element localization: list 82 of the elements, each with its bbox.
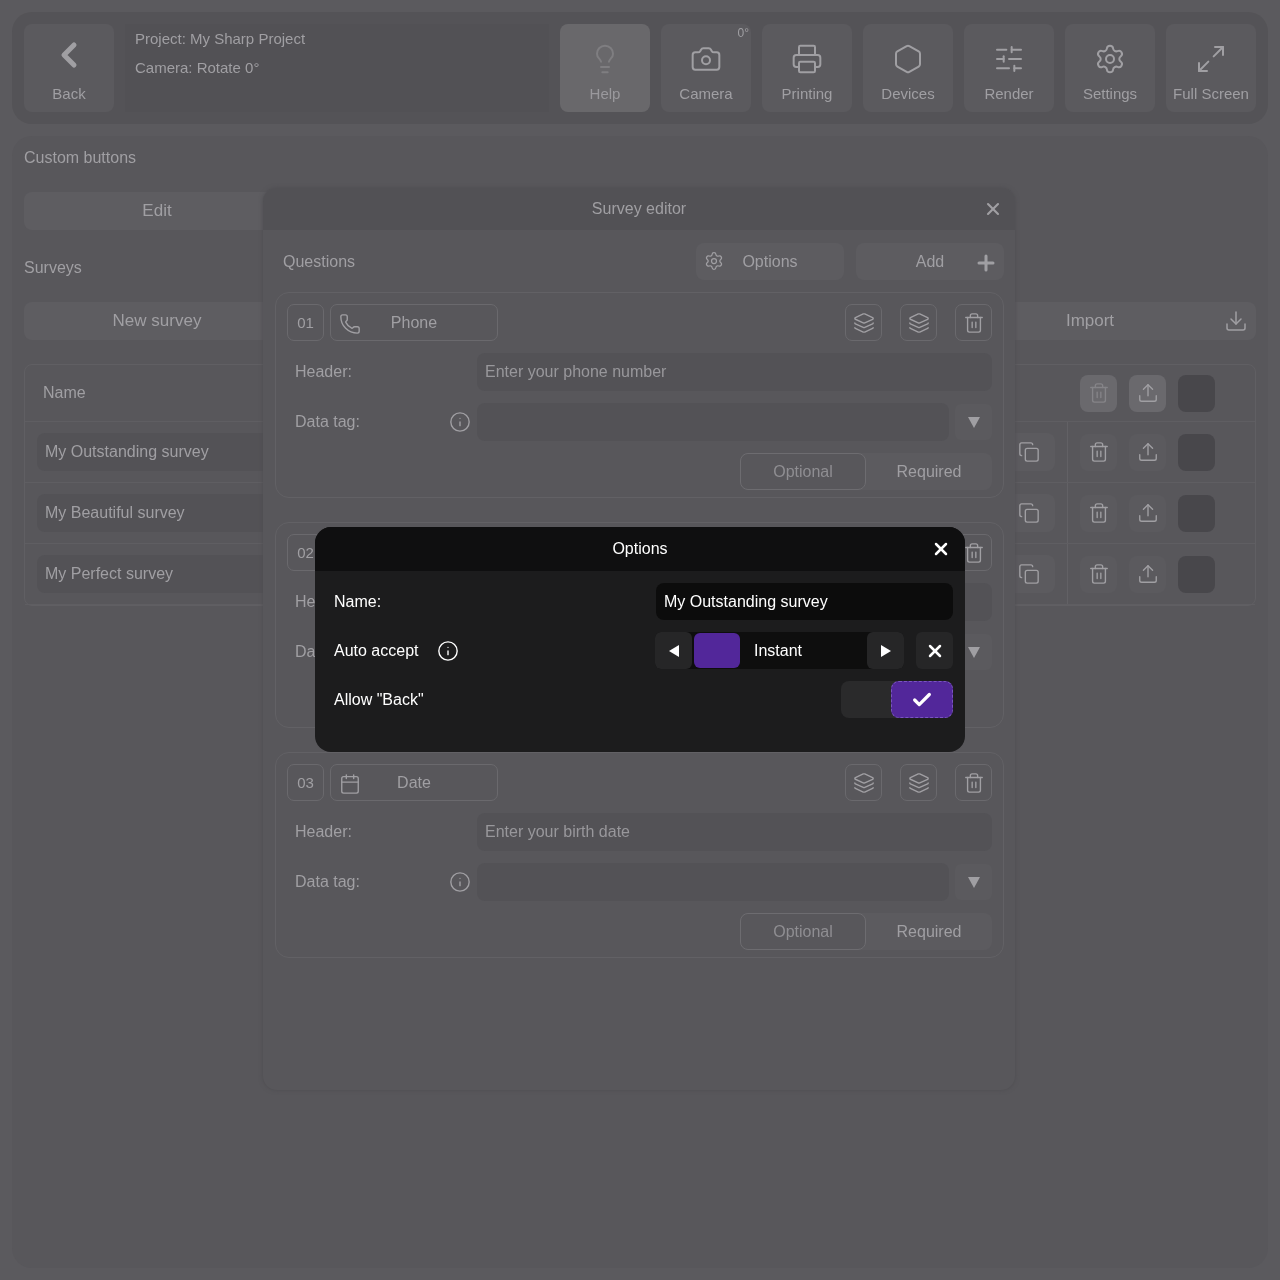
calendar-icon: [339, 773, 361, 795]
name-field[interactable]: My Outstanding survey: [656, 583, 953, 620]
toolbar-button[interactable]: Camera 0°: [661, 24, 751, 112]
copy-icon: [1017, 563, 1040, 585]
color-swatch: [694, 633, 740, 668]
dialog-title: Options: [612, 540, 668, 558]
clear-button[interactable]: [916, 632, 953, 669]
copy-icon: [1017, 441, 1040, 463]
printer-icon: [791, 43, 823, 75]
toolbar-button[interactable]: Printing: [762, 24, 852, 112]
field-label: Header:: [295, 823, 352, 841]
upload-icon: [1136, 563, 1159, 585]
column-header: Name: [42, 384, 87, 402]
move-up-button[interactable]: [845, 304, 882, 341]
section-title: Surveys: [24, 258, 82, 278]
trash-icon: [962, 771, 985, 794]
field-label: Data tag:: [295, 873, 360, 891]
field-label: Name:: [334, 592, 382, 611]
toolbar-button[interactable]: Settings: [1065, 24, 1155, 112]
field-label: Allow "Back": [334, 690, 424, 709]
camera-status: Camera: Rotate 0°: [135, 59, 261, 76]
field-label: Da: [295, 643, 316, 661]
upload-icon: [1136, 441, 1159, 463]
field-label: Header:: [295, 363, 352, 381]
project-name: Project: My Sharp Project: [135, 30, 307, 47]
rotation-label: 0°: [737, 26, 749, 40]
header-field[interactable]: Enter your phone number: [477, 353, 992, 391]
requirement-option[interactable]: Required: [866, 453, 992, 490]
question-number: 03: [287, 764, 324, 801]
info-icon: [449, 871, 471, 893]
field-label: Data tag:: [295, 413, 360, 431]
layers-icon: [852, 771, 875, 794]
add-button[interactable]: Add: [856, 243, 1004, 280]
caret-icon: [966, 415, 981, 429]
move-up-button[interactable]: [845, 764, 882, 801]
trash-icon: [1087, 441, 1110, 463]
allow-back-toggle[interactable]: [841, 681, 953, 718]
dialog-title: Survey editor: [591, 200, 687, 218]
toolbar-button[interactable]: Full Screen: [1166, 24, 1256, 112]
layers-icon: [907, 311, 930, 334]
auto-accept-stepper[interactable]: Instant: [655, 632, 904, 669]
sliders-icon: [993, 43, 1025, 75]
field-label: He: [295, 593, 316, 611]
settings-icon: [1094, 43, 1126, 75]
trash-icon: [1087, 502, 1110, 524]
phone-icon: [339, 313, 361, 335]
field-label: Auto accept: [334, 641, 419, 660]
export-button[interactable]: [1129, 374, 1166, 412]
question-type-button[interactable]: Phone: [330, 304, 498, 341]
header-field[interactable]: Enter your birth date: [477, 813, 992, 851]
trash-icon: [1087, 382, 1110, 404]
upload-icon: [1136, 382, 1159, 404]
layers-icon: [852, 311, 875, 334]
expand-icon: [1195, 43, 1227, 75]
info-icon: [436, 639, 459, 662]
trash-icon: [1087, 563, 1110, 585]
requirement-option[interactable]: Required: [866, 913, 992, 950]
question-number: 01: [287, 304, 324, 341]
trash-icon: [962, 311, 985, 334]
toolbar-button[interactable]: Devices: [863, 24, 953, 112]
hexagon-icon: [892, 43, 924, 75]
question-type-button[interactable]: Date: [330, 764, 498, 801]
back-button[interactable]: Back: [24, 24, 114, 112]
copy-icon: [1017, 502, 1040, 524]
layers-icon: [907, 771, 930, 794]
right-arrow-icon: [878, 643, 893, 658]
move-down-button[interactable]: [900, 304, 937, 341]
stepper-value: Instant: [753, 641, 804, 660]
trash-icon: [962, 541, 985, 564]
toolbar-button[interactable]: Render: [964, 24, 1054, 112]
options-button[interactable]: Options: [696, 243, 844, 280]
caret-icon: [966, 875, 981, 889]
upload-icon: [1136, 502, 1159, 524]
move-down-button[interactable]: [900, 764, 937, 801]
previous-button[interactable]: [655, 632, 692, 669]
next-button[interactable]: [867, 632, 904, 669]
settings-icon: [704, 251, 724, 271]
section-title: Questions: [283, 252, 357, 271]
caret-icon: [966, 645, 981, 659]
download-icon: [1224, 309, 1248, 333]
section-title: Custom buttons: [24, 148, 137, 168]
info-icon: [449, 411, 471, 433]
